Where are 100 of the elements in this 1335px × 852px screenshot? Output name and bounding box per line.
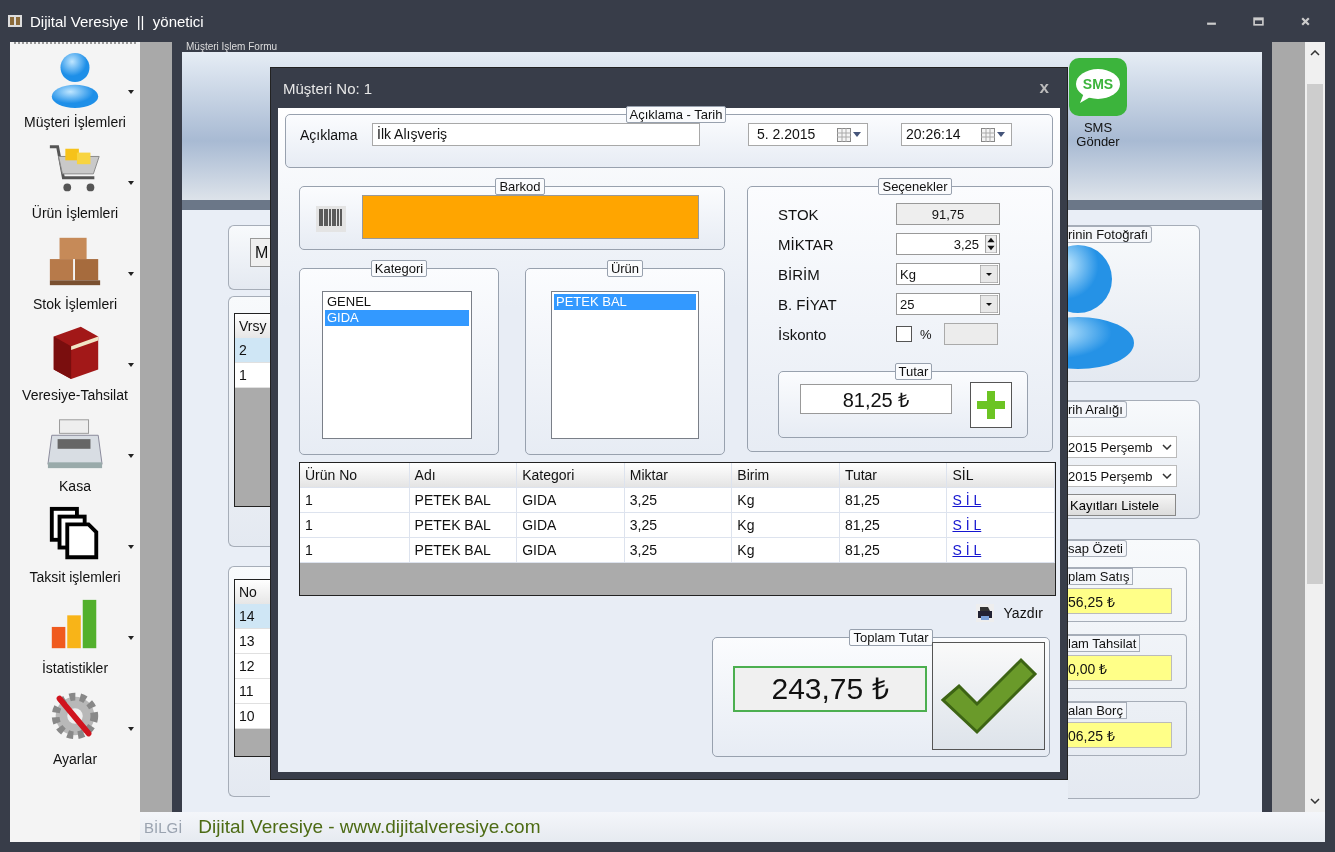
sidebar-item-label[interactable]: Taksit işlemleri bbox=[29, 569, 121, 585]
status-label: BİLGİ bbox=[144, 818, 183, 836]
toolbar-button-label[interactable]: SMS Gönder bbox=[1076, 121, 1120, 149]
group-title: Toplam Tutar bbox=[849, 629, 933, 646]
close-icon[interactable] bbox=[1300, 15, 1311, 27]
table-row[interactable]: 10 bbox=[235, 704, 270, 729]
caret-icon[interactable] bbox=[128, 272, 134, 276]
scroll-down-icon[interactable] bbox=[1310, 798, 1320, 804]
add-button[interactable] bbox=[970, 382, 1012, 428]
table-cell: GIDA bbox=[517, 488, 625, 512]
table-cell: 1 bbox=[300, 538, 410, 562]
table-row[interactable]: 12 bbox=[235, 654, 270, 679]
table-cell: 3,25 bbox=[624, 488, 733, 512]
barcode-icon bbox=[316, 206, 346, 232]
field-label: MİKTAR bbox=[778, 235, 835, 253]
confirm-button[interactable] bbox=[932, 642, 1045, 750]
column-header: Adı bbox=[409, 463, 518, 487]
unit-dropdown[interactable]: Kg bbox=[896, 263, 1000, 285]
maximize-icon[interactable] bbox=[1253, 15, 1264, 27]
chevron-icon bbox=[1162, 444, 1172, 450]
form-title: Müşteri İşlem Formu bbox=[186, 42, 278, 52]
table-cell: 3,25 bbox=[624, 513, 733, 537]
spinner-arrows-icon[interactable] bbox=[985, 235, 997, 253]
column-header: No bbox=[235, 580, 270, 604]
table-cell: 81,25 bbox=[839, 538, 948, 562]
calendar-icon bbox=[837, 127, 861, 142]
dropdown-arrow-icon bbox=[980, 265, 998, 283]
group-title: rih Aralığı bbox=[1068, 401, 1127, 418]
delete-link[interactable]: S İ L bbox=[952, 492, 982, 508]
delete-link[interactable]: S İ L bbox=[952, 517, 982, 533]
scrollbar[interactable] bbox=[1305, 42, 1325, 812]
total-field: 243,75 ₺ bbox=[733, 666, 927, 712]
column-header: Kategori bbox=[517, 463, 625, 487]
sidebar-item-label[interactable]: İstatistikler bbox=[41, 660, 109, 676]
summary-label: lam Tahsilat bbox=[1068, 635, 1141, 652]
list-item[interactable]: GENEL bbox=[325, 294, 469, 310]
sidebar-item-label[interactable]: Ayarlar bbox=[52, 751, 98, 767]
summary-label: alan Borç bbox=[1068, 702, 1127, 719]
barcode-field[interactable] bbox=[362, 195, 699, 239]
chevron-icon bbox=[1162, 473, 1172, 479]
table-row[interactable]: 11 bbox=[235, 679, 270, 704]
group-title: Açıklama - Tarih bbox=[625, 106, 727, 123]
discount-field[interactable] bbox=[943, 323, 998, 345]
table-row[interactable]: 14 bbox=[235, 604, 270, 629]
sidebar-item-label[interactable]: Ürün İşlemleri bbox=[31, 205, 119, 221]
table-cell: 1 bbox=[300, 488, 410, 512]
group-title: Tutar bbox=[894, 363, 933, 380]
table-row[interactable]: 1 bbox=[235, 363, 270, 388]
sidebar-item-label[interactable]: Müşteri İşlemleri bbox=[24, 114, 126, 130]
sidebar-item-label[interactable]: Kasa bbox=[59, 478, 91, 494]
status-text: Dijital Veresiye - www.dijitalveresiye.com bbox=[198, 816, 541, 838]
table-cell: 81,25 bbox=[839, 488, 948, 512]
date-picker[interactable]: 5. 2.2015 bbox=[748, 123, 868, 146]
description-field[interactable]: İlk Alışveriş bbox=[372, 123, 700, 146]
table-cell: GIDA bbox=[517, 538, 625, 562]
field-label: BİRİM bbox=[778, 265, 821, 283]
table-cell: PETEK BAL bbox=[409, 538, 518, 562]
table-cell: Kg bbox=[732, 488, 840, 512]
caret-icon[interactable] bbox=[128, 454, 134, 458]
table-cell: PETEK BAL bbox=[409, 513, 518, 537]
table-row[interactable]: 2 bbox=[235, 338, 270, 363]
sidebar-item-label[interactable]: Veresiye-Tahsilat bbox=[22, 387, 128, 403]
time-picker[interactable]: 20:26:14 bbox=[901, 123, 1012, 146]
group-title: Kategori bbox=[370, 260, 428, 277]
app-icon bbox=[8, 15, 22, 27]
column-header: Birim bbox=[732, 463, 840, 487]
discount-checkbox[interactable] bbox=[896, 326, 912, 342]
quantity-spinner[interactable]: 3,25 bbox=[896, 233, 1000, 255]
caret-icon[interactable] bbox=[128, 727, 134, 731]
caret-icon[interactable] bbox=[128, 181, 134, 185]
column-header: Ürün No bbox=[300, 463, 410, 487]
summary-value: 0,00 ₺ bbox=[1068, 655, 1172, 681]
dropdown-arrow-icon bbox=[980, 295, 998, 313]
scroll-up-icon[interactable] bbox=[1310, 50, 1320, 56]
table-cell: 81,25 bbox=[839, 513, 948, 537]
field-label: Açıklama bbox=[300, 126, 359, 143]
list-records-button[interactable]: Kayıtları Listele bbox=[1068, 494, 1176, 516]
close-button[interactable]: x bbox=[1039, 78, 1049, 98]
table-row[interactable]: 13 bbox=[235, 629, 270, 654]
table-cell: Kg bbox=[732, 538, 840, 562]
price-dropdown[interactable]: 25 bbox=[896, 293, 1000, 315]
search-field[interactable]: M bbox=[250, 238, 270, 267]
caret-icon[interactable] bbox=[128, 90, 134, 94]
print-label[interactable]: Yazdır bbox=[1003, 605, 1043, 621]
summary-value: 56,25 ₺ bbox=[1068, 588, 1172, 614]
group-title: Ürün bbox=[606, 260, 644, 277]
caret-icon[interactable] bbox=[128, 363, 134, 367]
date-dropdown[interactable]: 2015 Perşemb bbox=[1068, 465, 1177, 487]
date-dropdown[interactable]: 2015 Perşemb bbox=[1068, 436, 1177, 458]
delete-link[interactable]: S İ L bbox=[952, 542, 982, 558]
caret-icon[interactable] bbox=[128, 636, 134, 640]
table-cell: 3,25 bbox=[624, 538, 733, 562]
caret-icon[interactable] bbox=[128, 545, 134, 549]
printer-icon[interactable] bbox=[975, 604, 994, 622]
field-label: STOK bbox=[778, 205, 820, 223]
sidebar-item-label[interactable]: Stok İşlemleri bbox=[33, 296, 117, 312]
summary-value: 06,25 ₺ bbox=[1068, 722, 1172, 748]
column-header: Vrsy bbox=[235, 314, 270, 338]
calendar-icon bbox=[981, 127, 1005, 142]
table-cell: 1 bbox=[300, 513, 410, 537]
